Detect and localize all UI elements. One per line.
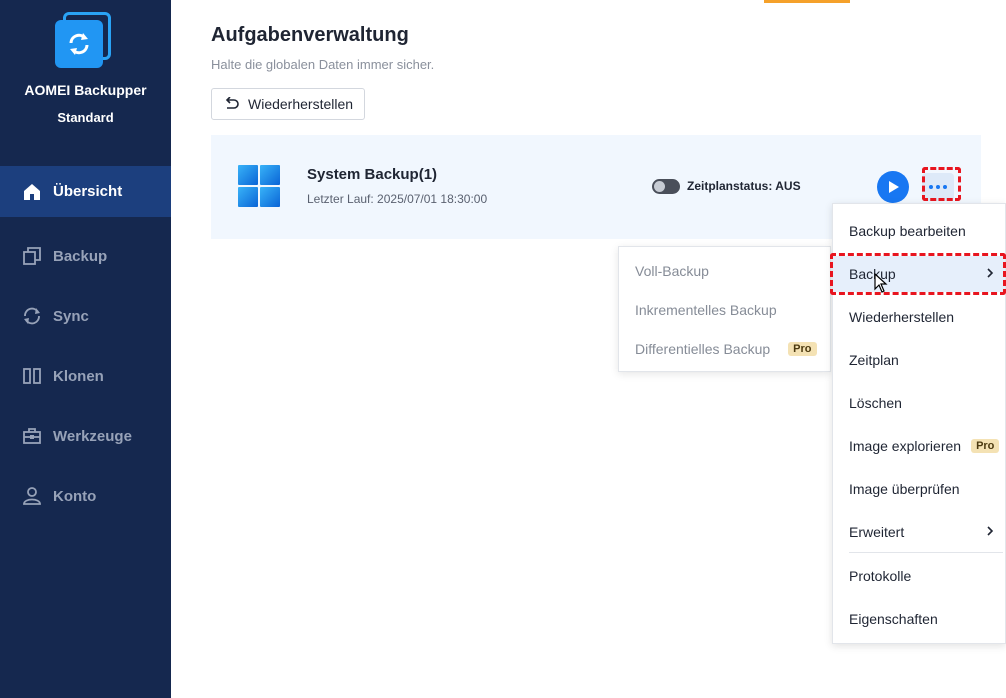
menu-item-restore[interactable]: Wiederherstellen (833, 299, 1005, 335)
sidebar-item-werkzeuge[interactable]: Werkzeuge (0, 406, 171, 466)
menu-item-logs[interactable]: Protokolle (833, 558, 1005, 594)
sidebar-item-konto[interactable]: Konto (0, 466, 171, 526)
restore-button[interactable]: Wiederherstellen (211, 88, 365, 120)
app-logo-icon (55, 12, 113, 70)
task-last-run: Letzter Lauf: 2025/07/01 18:30:00 (307, 192, 488, 206)
copy-icon (21, 245, 43, 267)
undo-icon (224, 97, 240, 111)
menu-item-properties[interactable]: Eigenschaften (833, 601, 1005, 637)
user-icon (21, 485, 43, 507)
menu-item-check-image[interactable]: Image überprüfen (833, 471, 1005, 507)
pro-badge: Pro (788, 342, 817, 356)
page-subtitle: Halte die globalen Daten immer sicher. (211, 57, 435, 72)
sidebar-item-sync[interactable]: Sync (0, 286, 171, 346)
app-name: AOMEI Backupper (24, 82, 147, 98)
mouse-cursor-icon (874, 273, 888, 293)
backup-submenu: Voll-Backup Inkrementelles Backup Differ… (618, 246, 831, 372)
menu-item-edit-backup[interactable]: Backup bearbeiten (833, 213, 1005, 249)
sidebar-item-label: Backup (53, 247, 108, 265)
sync-icon (21, 305, 43, 327)
menu-item-explore-image[interactable]: Image explorieren Pro (833, 428, 1005, 464)
submenu-item-full-backup[interactable]: Voll-Backup (635, 263, 709, 279)
schedule-status: Zeitplanstatus: AUS (687, 179, 801, 193)
sidebar-item-label: Werkzeuge (53, 427, 132, 445)
sidebar: AOMEI Backupper Standard Übersicht Backu… (0, 0, 171, 698)
sidebar-item-klonen[interactable]: Klonen (0, 346, 171, 406)
restore-button-label: Wiederherstellen (248, 96, 354, 112)
clone-icon (21, 365, 43, 387)
sidebar-item-label: Übersicht (53, 183, 123, 200)
sidebar-item-label: Klonen (53, 367, 104, 385)
windows-icon (238, 165, 280, 207)
app-edition: Standard (57, 110, 114, 125)
sidebar-nav: Übersicht Backup Sync Klonen Werkzeuge K… (0, 166, 171, 526)
play-icon (889, 181, 899, 193)
schedule-toggle[interactable] (652, 179, 680, 194)
chevron-right-icon (987, 526, 994, 536)
page-title: Aufgabenverwaltung (211, 24, 409, 46)
sidebar-item-uebersicht[interactable]: Übersicht (0, 166, 171, 217)
highlight-more-button (922, 167, 961, 201)
run-button[interactable] (877, 171, 909, 203)
menu-item-advanced[interactable]: Erweitert (833, 514, 1005, 550)
menu-divider (849, 552, 1003, 553)
submenu-item-differential-backup[interactable]: Differentielles Backup Pro (635, 341, 817, 357)
sidebar-item-label: Sync (53, 307, 89, 325)
sidebar-item-label: Konto (53, 487, 97, 505)
home-icon (21, 181, 43, 203)
sidebar-item-backup[interactable]: Backup (0, 226, 171, 286)
task-name: System Backup(1) (307, 166, 438, 183)
toolbox-icon (21, 425, 43, 447)
highlight-backup-menu-item (830, 253, 1006, 295)
menu-item-delete[interactable]: Löschen (833, 385, 1005, 421)
submenu-item-incremental-backup[interactable]: Inkrementelles Backup (635, 302, 777, 318)
pro-badge: Pro (971, 439, 1000, 453)
menu-item-schedule[interactable]: Zeitplan (833, 342, 1005, 378)
promo-banner-edge[interactable] (764, 0, 850, 3)
